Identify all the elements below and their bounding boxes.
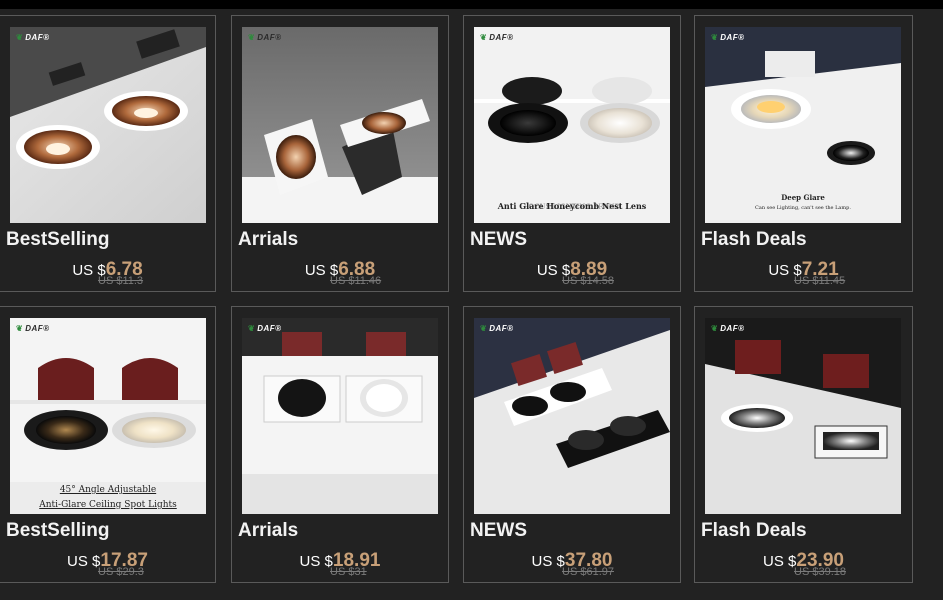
brand-logo: ❦ DAF®	[480, 324, 514, 333]
product-card[interactable]: ❦ DAF® NEWS US $37.80 US $61.97	[463, 306, 681, 583]
brand-logo: ❦ DAF®	[480, 33, 514, 42]
card-title: Flash Deals	[701, 229, 807, 250]
product-image[interactable]: ❦ DAF®	[705, 318, 901, 514]
original-price: US $11.45	[794, 275, 846, 287]
card-title: NEWS	[470, 520, 527, 541]
grille-light-image	[474, 318, 670, 514]
product-card[interactable]: ❦ DAF® Flash Deals US $23.90 US $39.18	[694, 306, 913, 583]
product-image[interactable]: FOCUS LIGHTING BRAND ❦ DAF® Anti Glare Ho…	[474, 27, 670, 223]
chrome-downlight-image	[705, 318, 901, 514]
round-downlight-image	[10, 27, 206, 223]
card-title: Arrials	[238, 520, 299, 541]
card-title: BestSelling	[6, 229, 110, 250]
original-price: US $11.3	[98, 275, 144, 287]
brand-logo: ❦ DAF®	[711, 33, 745, 42]
brand-logo: ❦ DAF®	[711, 324, 745, 333]
card-title: NEWS	[470, 229, 527, 250]
original-price: US $11.46	[330, 275, 382, 287]
product-image[interactable]: ❦ DAF®	[474, 318, 670, 514]
currency: US $	[763, 553, 797, 570]
image-subcaption: Can see Lighting, can't see the Lamp.	[755, 205, 851, 211]
product-card[interactable]: ❦ DAF® 45° Angle Adjustable Anti-Glare Ce…	[0, 306, 216, 583]
original-price: US $14.58	[562, 275, 614, 287]
brand-logo: ❦ DAF®	[16, 33, 50, 42]
image-caption: Deep Glare	[781, 193, 825, 202]
original-price: US $29.3	[98, 566, 144, 578]
currency: US $	[531, 553, 565, 570]
honeycomb-downlight-image: FOCUS LIGHTING BRAND	[474, 27, 670, 223]
product-image[interactable]: ❦ DAF®	[242, 27, 438, 223]
original-price: US $31	[330, 566, 367, 578]
product-image[interactable]: ❦ DAF®	[242, 318, 438, 514]
card-title: Arrials	[238, 229, 299, 250]
product-image[interactable]: ❦ DAF® 45° Angle Adjustable Anti-Glare Ce…	[10, 318, 206, 514]
product-card[interactable]: ❦ DAF® BestSelling US $6.78 US $11.3	[0, 15, 216, 292]
card-title: BestSelling	[6, 520, 110, 541]
currency: US $	[299, 553, 333, 570]
brand-logo: ❦ DAF®	[16, 324, 50, 333]
product-image[interactable]: ❦ DAF® Deep Glare Can see Lighting, can't…	[705, 27, 901, 223]
product-image[interactable]: ❦ DAF®	[10, 27, 206, 223]
image-subcaption: Anti-Glare Ceiling Spot Lights	[39, 500, 177, 510]
square-double-spotlight-image	[242, 318, 438, 514]
brand-logo: ❦ DAF®	[248, 33, 282, 42]
original-price: US $61.97	[562, 566, 614, 578]
card-title: Flash Deals	[701, 520, 807, 541]
top-bar	[0, 0, 943, 9]
product-card[interactable]: ❦ DAF® Arrials US $6.88 US $11.46	[231, 15, 449, 292]
product-card[interactable]: FOCUS LIGHTING BRAND ❦ DAF® Anti Glare Ho…	[463, 15, 681, 292]
image-caption: 45° Angle Adjustable	[59, 485, 157, 495]
currency: US $	[67, 553, 101, 570]
square-spotlight-image	[242, 27, 438, 223]
image-caption: Anti Glare Honeycomb Nest Lens	[497, 201, 647, 211]
brand-logo: ❦ DAF®	[248, 324, 282, 333]
product-card[interactable]: ❦ DAF® Deep Glare Can see Lighting, can't…	[694, 15, 913, 292]
original-price: US $39.18	[794, 566, 846, 578]
product-card[interactable]: ❦ DAF® Arrials US $18.91 US $31	[231, 306, 449, 583]
